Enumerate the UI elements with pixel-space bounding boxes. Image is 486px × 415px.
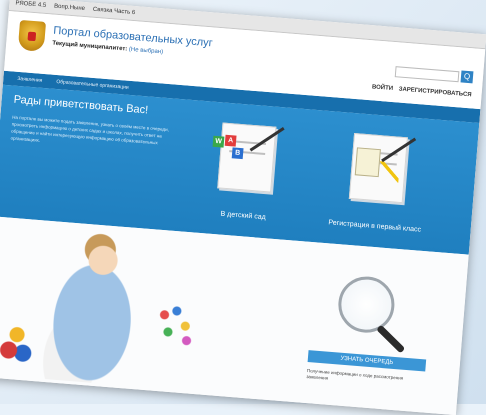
paint-splash-illustration (152, 299, 204, 352)
kindergarten-blocks-icon: W A B (212, 134, 250, 163)
block-b: B (231, 147, 244, 160)
browser-tab[interactable]: Вопр.Ныне (54, 4, 85, 12)
browser-screenshot: РЯОБЕ 4.5 Вопр.Ныне Связка Часть 6 Порта… (0, 0, 486, 415)
kindergarten-card-label: В детский сад (220, 210, 266, 222)
coat-of-arms-icon (17, 19, 47, 52)
browser-tab[interactable]: Связка Часть 6 (93, 7, 136, 16)
municipality-select-link[interactable]: (Не выбран) (129, 47, 164, 56)
first-grade-card[interactable]: Регистрация в первый класс (314, 121, 443, 248)
ruler-icon (378, 161, 400, 183)
block-a: A (224, 134, 237, 147)
block-w: W (212, 135, 225, 148)
kindergarten-card[interactable]: W A B В детский сад (182, 110, 311, 237)
search-button[interactable]: Q (460, 70, 474, 84)
search-input[interactable] (394, 66, 460, 83)
nav-item-applications[interactable]: Заявления (17, 76, 42, 84)
register-link[interactable]: ЗАРЕГИСТРИРОВАТЬСЯ (398, 86, 471, 98)
queue-note: Получение информации о ходе рассмотрения… (306, 368, 404, 381)
child-painting-illustration (27, 228, 160, 388)
welcome-heading: Рады приветствовать Вас! (13, 93, 149, 117)
magnifier-handle-icon (376, 324, 406, 354)
login-link[interactable]: ВОЙТИ (372, 84, 394, 92)
first-grade-card-label: Регистрация в первый класс (328, 219, 422, 234)
browser-tab[interactable]: РЯОБЕ 4.5 (15, 0, 46, 8)
magnifier-icon (336, 274, 397, 335)
paint-jars-illustration (0, 321, 38, 365)
check-queue-button[interactable]: УЗНАТЬ ОЧЕРЕДЬ (307, 350, 427, 372)
auth-links: ВОЙТИ ЗАРЕГИСТРИРОВАТЬСЯ (368, 84, 472, 98)
intro-text: На портале вы можете подать заявление, у… (10, 114, 170, 146)
queue-check-panel: УЗНАТЬ ОЧЕРЕДЬ Получение информации о хо… (290, 261, 441, 412)
municipality-label: Текущий муниципалитет: (52, 40, 128, 53)
calculator-icon (354, 147, 381, 178)
